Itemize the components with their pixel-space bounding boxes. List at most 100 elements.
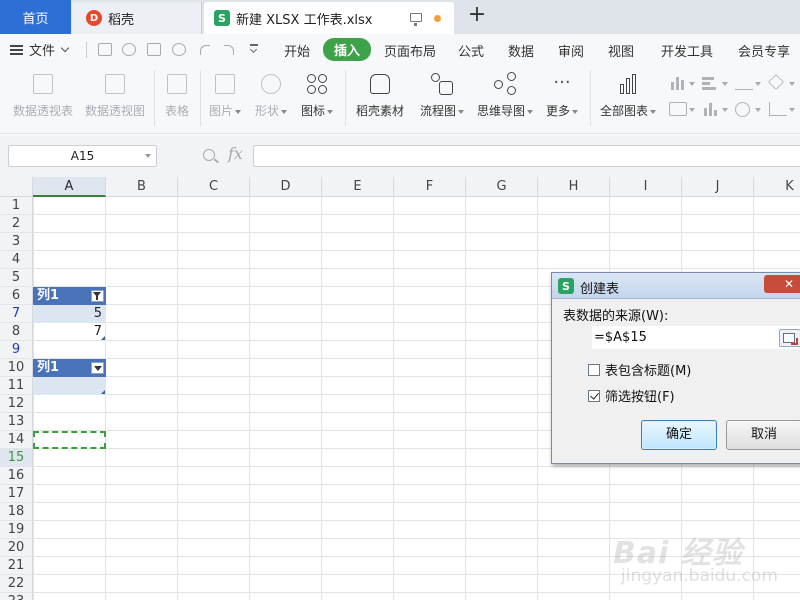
tab-daoke[interactable]: D 稻壳 [72, 2, 202, 34]
mindmap-button[interactable]: 思维导图 [476, 72, 534, 128]
row-header[interactable]: 8 [0, 323, 33, 341]
table1-cell[interactable]: 7 [33, 323, 106, 341]
pivot-table-button[interactable]: 数据透视表 [12, 72, 74, 128]
column-header-a[interactable]: A [33, 177, 106, 197]
print-icon[interactable] [147, 43, 161, 56]
icons-button[interactable]: 图标 [299, 72, 335, 128]
row-header[interactable]: 16 [0, 467, 33, 485]
function-icon[interactable]: fx [228, 144, 243, 163]
row-header[interactable]: 14 [0, 431, 33, 449]
filter-button-checkbox[interactable] [588, 389, 600, 402]
menu-member[interactable]: 会员专享 [738, 41, 790, 60]
dialog-title-bar[interactable]: S 创建表 ✕ [552, 273, 800, 299]
filter-active-icon[interactable] [91, 290, 104, 302]
radar-chart-icon[interactable] [768, 74, 784, 90]
menu-insert[interactable]: 插入 [323, 38, 372, 61]
area-chart-icon[interactable] [669, 102, 687, 116]
file-menu-button[interactable]: 文件 [10, 40, 70, 59]
table1-cell[interactable]: 5 [33, 305, 106, 323]
all-charts-button[interactable]: 全部图表 [599, 72, 657, 128]
table1-header-cell[interactable]: 列1 [33, 287, 106, 305]
line-chart-icon[interactable] [735, 76, 753, 90]
range-select-icon[interactable] [779, 329, 800, 347]
pivot-chart-button[interactable]: 数据透视图 [84, 72, 146, 128]
table2-header-cell[interactable]: 列1 [33, 359, 106, 377]
column-header-c[interactable]: C [178, 177, 250, 197]
menu-data[interactable]: 数据 [508, 41, 534, 60]
bar-chart-h-icon[interactable] [702, 76, 720, 90]
menu-view[interactable]: 视图 [608, 41, 634, 60]
new-tab-button[interactable]: + [466, 4, 488, 28]
row-header-active[interactable]: 15 [0, 449, 33, 467]
row-header[interactable]: 6 [0, 287, 33, 305]
table2-cell[interactable] [33, 377, 106, 395]
redo-icon[interactable] [224, 45, 234, 55]
shape-button[interactable]: 形状 [253, 72, 289, 128]
row-header[interactable]: 5 [0, 269, 33, 287]
select-all-corner[interactable] [0, 177, 33, 197]
tab-home[interactable]: 首页 [0, 0, 71, 34]
row-header[interactable]: 10 [0, 359, 33, 377]
row-header[interactable]: 12 [0, 395, 33, 413]
row-header[interactable]: 20 [0, 539, 33, 557]
column-header-i[interactable]: I [610, 177, 682, 197]
has-headers-option[interactable]: 表包含标题(M) [588, 360, 691, 379]
row-header[interactable]: 18 [0, 503, 33, 521]
column-chart-icon[interactable] [669, 76, 687, 90]
filter-button-option[interactable]: 筛选按钮(F) [588, 386, 675, 405]
row-header[interactable]: 22 [0, 575, 33, 593]
stock-chart-icon[interactable] [702, 102, 720, 116]
has-headers-checkbox[interactable] [588, 363, 600, 376]
scatter-chart-icon[interactable] [769, 102, 787, 116]
tab-document[interactable]: S 新建 XLSX 工作表.xlsx [204, 2, 454, 34]
zoom-icon[interactable] [203, 149, 215, 161]
menu-page-layout[interactable]: 页面布局 [384, 41, 436, 60]
customize-toolbar-icon[interactable] [250, 44, 258, 52]
column-header-e[interactable]: E [322, 177, 394, 197]
table-resize-handle-icon[interactable] [101, 390, 105, 394]
table-button[interactable]: 表格 [163, 72, 191, 128]
row-header[interactable]: 11 [0, 377, 33, 395]
column-header-b[interactable]: B [106, 177, 178, 197]
column-header-f[interactable]: F [394, 177, 466, 197]
source-range-input[interactable]: =$A$15 [592, 326, 800, 349]
menu-formulas[interactable]: 公式 [458, 41, 484, 60]
close-button[interactable]: ✕ [764, 275, 800, 293]
row-header[interactable]: 4 [0, 251, 33, 269]
column-header-h[interactable]: H [538, 177, 610, 197]
menu-developer[interactable]: 开发工具 [661, 41, 713, 60]
row-header[interactable]: 13 [0, 413, 33, 431]
active-cell-a15[interactable] [33, 431, 106, 449]
more-button[interactable]: ··· 更多 [544, 72, 580, 128]
row-header[interactable]: 9 [0, 341, 33, 359]
ok-button[interactable]: 确定 [641, 420, 717, 450]
row-header[interactable]: 1 [0, 197, 33, 215]
cancel-button[interactable]: 取消 [726, 420, 800, 450]
formula-input[interactable] [253, 145, 800, 167]
row-header[interactable]: 23 [0, 593, 33, 600]
print-preview-icon[interactable] [172, 43, 186, 56]
row-header[interactable]: 2 [0, 215, 33, 233]
name-box[interactable]: A15 [8, 145, 157, 167]
menu-review[interactable]: 审阅 [558, 41, 584, 60]
filter-dropdown-icon[interactable] [91, 362, 104, 374]
row-header[interactable]: 3 [0, 233, 33, 251]
table-resize-handle-icon[interactable] [101, 336, 105, 340]
pie-chart-icon[interactable] [735, 102, 750, 117]
chevron-down-icon[interactable] [145, 154, 151, 158]
row-header[interactable]: 19 [0, 521, 33, 539]
flowchart-button[interactable]: 流程图 [418, 72, 466, 128]
column-header-k[interactable]: K [754, 177, 800, 197]
menu-start[interactable]: 开始 [284, 41, 310, 60]
column-header-j[interactable]: J [682, 177, 754, 197]
column-header-g[interactable]: G [466, 177, 538, 197]
column-header-d[interactable]: D [250, 177, 322, 197]
export-icon[interactable] [122, 43, 136, 56]
daoke-assets-button[interactable]: 稻壳素材 [355, 72, 405, 128]
row-header[interactable]: 21 [0, 557, 33, 575]
monitor-icon[interactable] [410, 13, 422, 26]
picture-button[interactable]: 图片 [208, 72, 242, 128]
row-header[interactable]: 17 [0, 485, 33, 503]
save-icon[interactable] [98, 43, 112, 56]
undo-icon[interactable] [200, 45, 210, 55]
